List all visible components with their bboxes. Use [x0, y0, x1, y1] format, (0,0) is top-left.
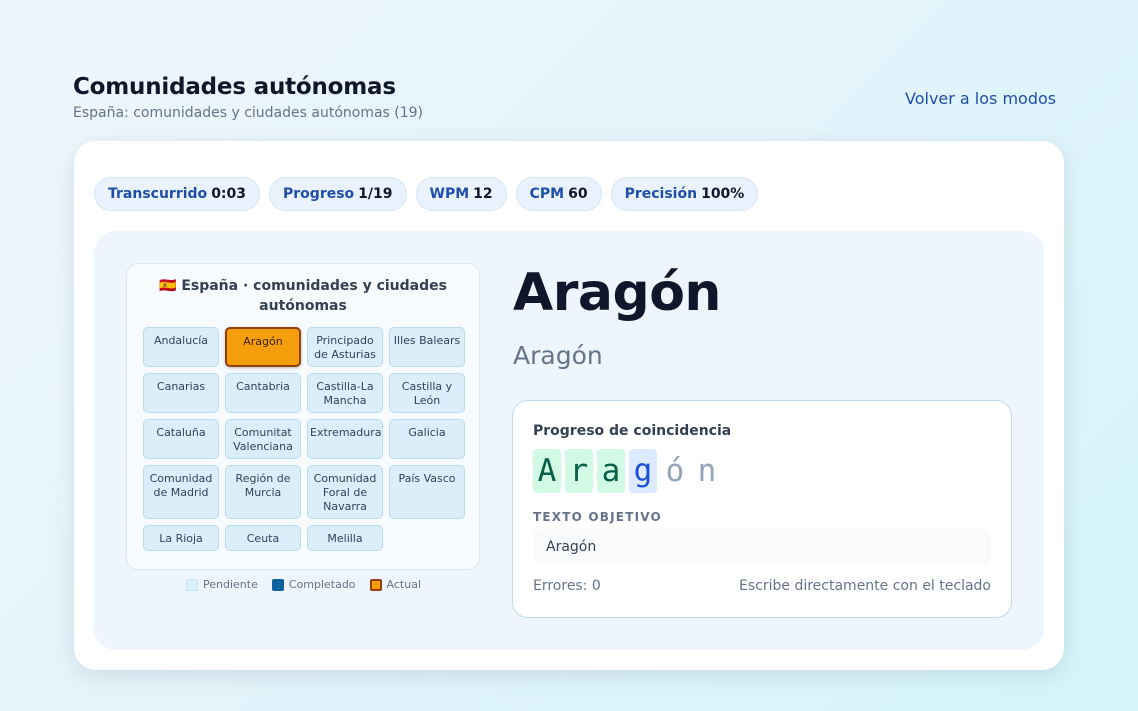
target-text-label: TEXTO OBJETIVO [533, 510, 662, 524]
typed-char: r [565, 449, 593, 493]
typed-char: n [697, 453, 717, 489]
stat-label: Precisión [624, 186, 698, 202]
spain-flag-icon: 🇪🇸 [159, 278, 177, 294]
map-legend: Pendiente Completado Actual [186, 578, 421, 591]
stat-label: CPM [529, 186, 565, 202]
legend-current: Actual [369, 578, 422, 591]
stat-progress: Progreso 1/19 [269, 177, 407, 211]
region-tile: Principado de Asturias [307, 327, 383, 367]
back-to-modes-link[interactable]: Volver a los modos [905, 89, 1056, 108]
region-map: 🇪🇸 España · comunidades y ciudades autón… [126, 263, 480, 570]
region-tile: Melilla [307, 525, 383, 551]
stat-label: Progreso [283, 186, 355, 202]
stat-cpm: CPM 60 [515, 177, 602, 211]
region-tile: Galicia [389, 419, 465, 459]
region-tile: Cantabria [225, 373, 301, 413]
typed-char: g [629, 449, 657, 493]
map-title: 🇪🇸 España · comunidades y ciudades autón… [127, 276, 479, 316]
region-tile: La Rioja [143, 525, 219, 551]
region-tile: Comunidad de Madrid [143, 465, 219, 519]
legend-swatch-current [369, 578, 382, 591]
stats-bar: Transcurrido 0:03 Progreso 1/19 WPM 12 C… [94, 177, 759, 211]
region-tile: Comunitat Valenciana [225, 419, 301, 459]
game-card: Transcurrido 0:03 Progreso 1/19 WPM 12 C… [74, 141, 1064, 670]
region-tile: Andalucía [143, 327, 219, 367]
target-text: Aragón [533, 529, 991, 565]
typed-char: ó [665, 453, 685, 489]
game-stage: 🇪🇸 España · comunidades y ciudades autón… [94, 231, 1044, 650]
stat-value: 1/19 [358, 186, 393, 202]
typed-characters: Aragón [533, 449, 721, 493]
region-tile: Castilla-La Mancha [307, 373, 383, 413]
stat-wpm: WPM 12 [415, 177, 507, 211]
region-tile: Castilla y León [389, 373, 465, 413]
region-tile: Canarias [143, 373, 219, 413]
legend-label: Actual [386, 578, 422, 591]
stat-label: Transcurrido [108, 186, 208, 202]
region-tile: Región de Murcia [225, 465, 301, 519]
legend-label: Completado [288, 578, 356, 591]
region-tiles: Andalucía Aragón Principado de Asturias Ill… [143, 327, 465, 551]
stat-label: WPM [429, 186, 470, 202]
legend-done: Completado [271, 578, 356, 591]
match-progress-title: Progreso de coincidencia [533, 423, 732, 439]
error-count: Errores: 0 [533, 578, 601, 594]
region-tile: Aragón [225, 327, 301, 367]
stat-value: 12 [473, 186, 493, 202]
legend-pending: Pendiente [186, 578, 258, 591]
stat-value: 0:03 [211, 186, 247, 202]
region-tile: Cataluña [143, 419, 219, 459]
stat-elapsed: Transcurrido 0:03 [94, 177, 261, 211]
region-tile: Illes Balears [389, 327, 465, 367]
map-title-text: España · comunidades y ciudades autónoma… [181, 278, 447, 314]
legend-label: Pendiente [203, 578, 258, 591]
target-name: Aragón [513, 263, 721, 323]
region-tile: País Vasco [389, 465, 465, 519]
stat-value: 100% [701, 186, 745, 202]
stat-accuracy: Precisión 100% [610, 177, 759, 211]
region-tile: Extremadura [307, 419, 383, 459]
page-title: Comunidades autónomas [73, 74, 396, 100]
legend-swatch-pending [186, 578, 198, 591]
stat-value: 60 [568, 186, 588, 202]
target-native-name: Aragón [513, 341, 603, 370]
typed-char: a [597, 449, 625, 493]
typing-hint: Escribe directamente con el teclado [739, 578, 991, 594]
legend-swatch-done [271, 578, 284, 591]
match-progress-panel: Progreso de coincidencia Aragón TEXTO OB… [512, 400, 1012, 618]
region-tile: Ceuta [225, 525, 301, 551]
region-tile: Comunidad Foral de Navarra [307, 465, 383, 519]
typed-char: A [533, 449, 561, 493]
page-subtitle: España: comunidades y ciudades autónomas… [73, 105, 424, 121]
